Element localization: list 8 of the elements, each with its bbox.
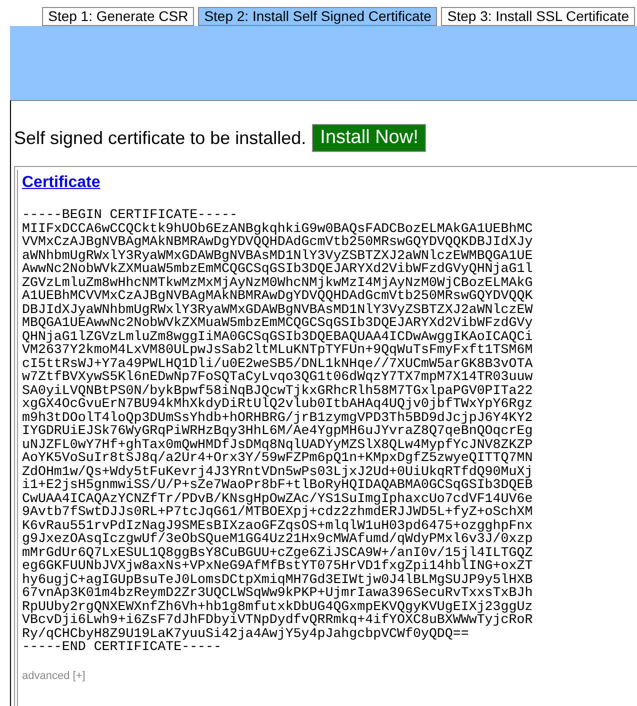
step-tab[interactable]: Step 1: Generate CSR xyxy=(42,7,194,26)
step-tab[interactable]: Step 2: Install Self Signed Certificate xyxy=(198,7,438,26)
status-message: Self signed certificate to be installed. xyxy=(14,128,306,148)
install-button[interactable]: Install Now! xyxy=(312,124,426,152)
certificate-link[interactable]: Certificate xyxy=(22,174,100,192)
step-tab[interactable]: Step 3: Install SSL Certificate xyxy=(441,7,635,26)
certificate-text: -----BEGIN CERTIFICATE----- MIIFxDCCA6wCCQCktk9hUOb6EzANBgkqhkiG9w0BAQsFADCBozELMAkGA1UEBhMC VVMxCzAJBgNVBAgMAkNBMRAwDgYDVQQHDAdGcmVtb250MRswGQYDVQQKDBJIdXJy aWNhbmUgRWxlY3RyaWMxGDAWBgNVBAsMD1NlY3VyZSBTZXJ2aWNlczEWMBQGA1UE AwwNc2NobWVkZXMuaW5mbzEmMCQGCSqGSIb3DQEJARYXd2VibWFzdGVyQHNjaG1l ZGVzLmluZm8wHhcNMTkwMzMxMjAyNzM0WhcNMjkwMzI4MjAyNzM0WjCBozELMAkG A1UEBhMCVVMxCzAJBgNVBAgMAkNBMRAwDgYDVQQHDAdGcmVtb250MRswGQYDVQQK DBJIdXJyaWNhbmUgRWxlY3RyaWMxGDAWBgNVBAsMD1NlY3VyZSBTZXJ2aWNlczEW MBQGA1UEAwwNc2NobWVkZXMuaW5mbzEmMCQGCSqGSIb3DQEJARYXd2VibWFzdGVy QHNjaG1lZGVzLmluZm8wggIiMA0GCSqGSIb3DQEBAQUAA4ICDwAwggIKAoICAQCi VM2637Y2kmoM4LxVM80ULpwJsSab2ltMLuKNTpTYFUn+9QqWuTsFmyFxft1TSM6M cI5ttRsWJ+Y7a49PWLHQ1Dli/u0E2weSB5/DNL1kNHqe//7XUCmW5arGK8B3vOTA w7ZtfBVXywS5Kl6nEDwNp7FoSQTaCyLvqo3QG1t06dWqzY7TX7mpM7X14TR03uuw SA0yiLVQNBtPS0N/bykBpwf58iNqBJQcwTjkxGRhcRlh58M7TGxlpaPGV0PITa22 xgGX4OcGvuErN7BU94kMhXkdyDiRtUlQ2vlub0ItbAHAq4UQjv0jbfTWxYpY6Rgz m9h3tDOolT4loQp3DUmSsYhdb+hORHBRG/jrB1zymgVPD3Th5BD9dJcjpJ6Y4KY2 IYGDRUiEJSk76WyGRqPiWRHzBqy3HhL6M/Ae4YgpMH6uJYvraZ8Q7qeBnQOqcrEg uNJZFL0wY7Hf+ghTax0mQwHMDfJsDMq8NqlUADYyMZSlX8QLw4MypfYcJNV8ZKZP AoYK5VoSuIr8tSJ8q/a2Ur4+Orx3Y/59wFZPm6pQ1n+KMpxDgfZ5zwyeQITTQ7MN ZdOHm1w/Qs+Wdy5tFuKevrj4J3YRntVDn5wPs03LjxJ2Ud+0UiUkqRTfdQ90MuXj i1+E2jsH5gnmwiSS/U/P+sZe7WaoPr8bF+tlBoRyHQIDAQABMA0GCSqGSIb3DQEB CwUAA4ICAQAzYCNZfTr/PDvB/KNsgHpOwZAc/YS1SuImgIphaxcUo7cdVF14UV6e 9Avtb7fSwtDJJs0RL+P7tcJqG61/MTBOEXpj+cdz2zhmdERJJWD5L+fyZ+oSchXM K6vRau551rvPdIzNagJ9SMEsBIXzaoGFZqsOS+mlqlW1uH03pd6475+ozgghpFnx g9JxezOAsqIczgwUf/3eObSQueM1GG4Uz21Hx9cMWAfumd/qWdyPMxl6v3J/0xzp mMrGdUr6Q7LxESUL1Q8ggBsY8CuBGUU+cZge6ZiJSCA9W+/anI0v/15jl4ILTGQZ eg6GKFUUNbJVXjw8axNs+VPxNeG9AfMfBstYT075HrVD1fxgZpi14hblING+oxZT hy6ugjC+agIGUpBsuTeJ0LomsDCtpXmiqMH7Gd3EIWtjw0J4lBLMgSUJP9y5lHXB 67vnAp3K01m4bzReymD2Zr3UQCLWSqWw9kPKP+UjmrIawa396SecuRvTxxsTxBJh RpUUby2rgQNXEWXnfZh6Vh+hb1g8mfutxkDbUG4QGxmpEKVQgyKVUgEIXj23ggUz VBcvDji6Lwh9+i6ZsF7dJhFDbyiVTNpDydfvQRRmkq+4ifYOXC8uBXWWwTyjcRoR Ry/qCHCbyH8Z9U19LaK7yuuSi42ja4AwjY5y4pJahgcbpVCWf0yQDQ== -----END CERTIFICATE----- xyxy=(22,208,534,654)
advanced-link[interactable]: advanced [+] xyxy=(22,670,86,682)
